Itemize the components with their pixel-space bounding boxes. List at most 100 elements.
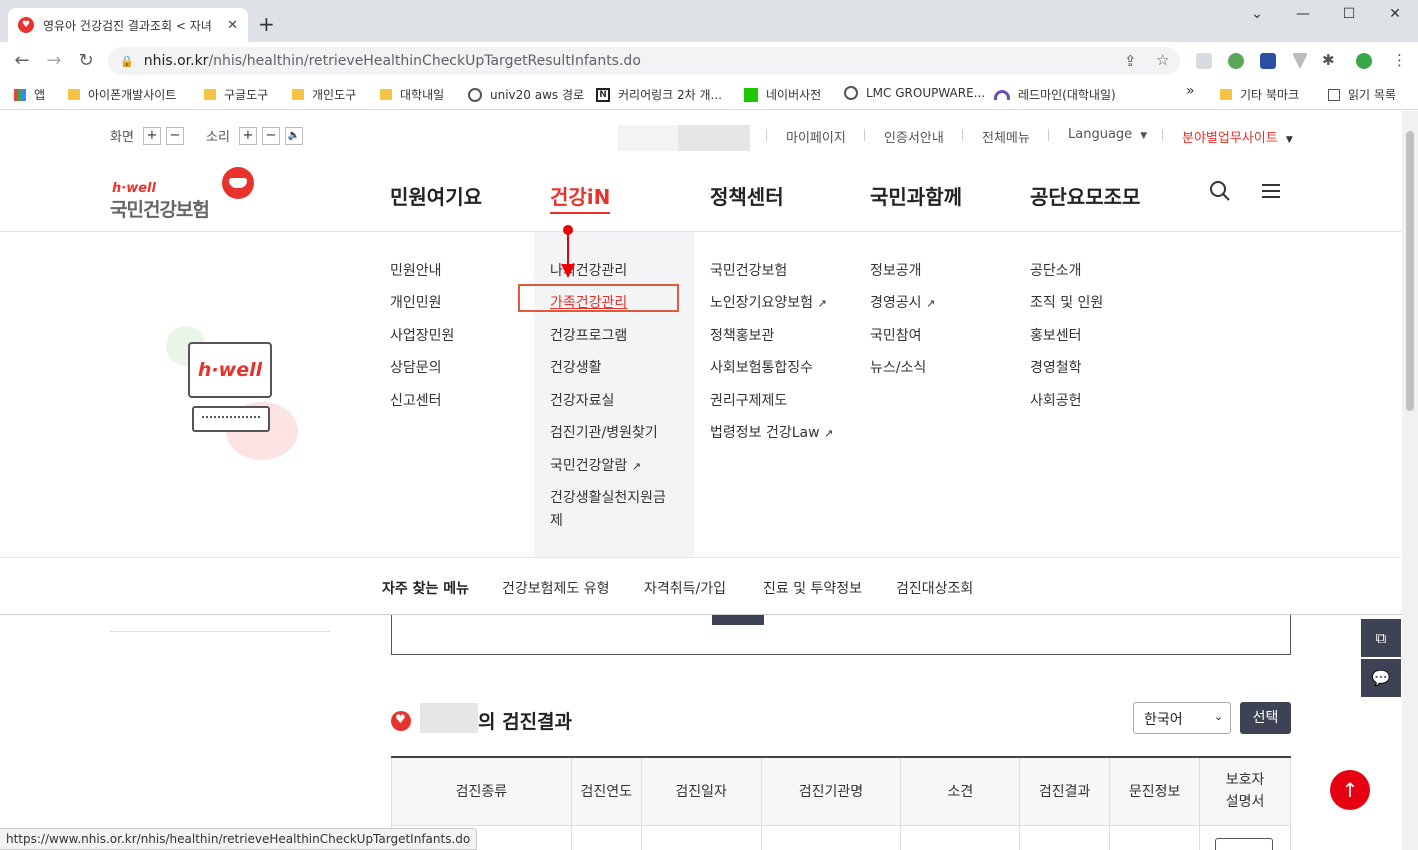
menu-pr-center[interactable]: 홍보센터 [1030,325,1082,345]
volume-down-button[interactable]: − [261,126,280,145]
apps-grid-icon [14,88,26,101]
logo-mask-icon [222,167,254,199]
share-icon[interactable]: ⇪ [1124,52,1137,70]
menu-personal-civil[interactable]: 개인민원 [390,292,442,312]
bookmark-star-icon[interactable]: ☆ [1156,51,1169,69]
close-tab-icon[interactable]: ✕ [227,18,238,33]
menu-family-health[interactable]: 가족건강관리 [550,292,627,312]
extension-blue-icon[interactable] [1260,53,1276,69]
menu-health-alarm[interactable]: 국민건강알람 ↗ [550,455,641,475]
divider [1162,129,1163,141]
menu-business-civil[interactable]: 사업장민원 [390,325,454,345]
reading-list[interactable]: 읽기 목록 [1328,86,1396,103]
gnb-about[interactable]: 공단요모조모 [1030,181,1140,210]
certificate-guide-link[interactable]: 인증서안내 [884,127,944,146]
nhis-logo[interactable]: h·well 국민건강보험 [110,165,260,221]
gnb-with-citizens[interactable]: 국민과함께 [870,181,962,210]
lock-icon: 🔒 [120,54,134,68]
menu-rights-relief[interactable]: 권리구제제도 [710,390,787,410]
gnb-health-in[interactable]: 건강iN [550,181,611,214]
gnb-policy-center[interactable]: 정책센터 [710,181,784,210]
extension-icon[interactable] [1196,53,1212,69]
page-scrollbar[interactable] [1402,111,1418,850]
menu-civil-guide[interactable]: 민원안내 [390,260,442,280]
scroll-top-arrow-icon[interactable]: ↑ [1330,770,1370,810]
print-icon[interactable]: ⧉ [1361,619,1401,657]
speaker-icon[interactable]: 🔈 [284,126,303,145]
table-cell [570,824,642,850]
maximize-icon[interactable]: ☐ [1334,6,1364,22]
bookmark-folder[interactable]: 개인도구 [292,86,356,103]
menu-national-insurance[interactable]: 국민건강보험 [710,260,787,280]
scrollbar-thumb[interactable] [1406,131,1414,411]
extension-v-icon[interactable] [1292,53,1308,69]
view-guide-button[interactable] [1215,837,1274,850]
menu-news[interactable]: 뉴스/소식 [870,357,926,377]
menu-health-law[interactable]: 법령정보 건강Law ↗ [710,422,833,442]
bookmark-link[interactable]: N 커리어링크 2차 개... [596,86,722,103]
reload-icon[interactable]: ↻ [74,50,98,71]
browser-menu-icon[interactable]: ⋮ [1392,51,1407,69]
menu-management-disclosure[interactable]: 경영공시 ↗ [870,292,935,312]
all-menu-link[interactable]: 전체메뉴 [982,127,1030,146]
bookmark-folder-other[interactable]: 기타 북마크 [1220,86,1299,103]
bookmark-link[interactable]: 레드마인(대학내일) [994,86,1116,103]
new-tab-icon[interactable]: + [258,12,275,36]
menu-health-incentive[interactable]: 건강생활실천지원금제 [550,487,676,533]
menu-social-contribution[interactable]: 사회공헌 [1030,390,1082,410]
extensions-puzzle-icon[interactable]: ✱ [1322,51,1335,69]
menu-long-term-care[interactable]: 노인장기요양보험 ↗ [710,292,827,312]
forward-icon[interactable]: → [42,50,66,71]
menu-report-center[interactable]: 신고센터 [390,390,442,410]
language-dropdown[interactable]: Language ▼ [1068,127,1147,142]
chat-icon[interactable]: 💬 [1361,659,1401,697]
menu-organization[interactable]: 조직 및 인원 [1030,292,1103,312]
more-bookmarks-icon[interactable]: » [1186,83,1195,99]
bookmark-link[interactable]: univ20 aws 경로 [468,86,584,103]
logo-hwell-text: h·well [112,181,156,196]
volume-up-button[interactable]: + [238,126,257,145]
profile-clover-icon[interactable] [1356,53,1372,69]
menu-citizen-participation[interactable]: 국민참여 [870,325,922,345]
menu-management-philosophy[interactable]: 경영철학 [1030,357,1082,377]
mypage-link[interactable]: 마이페이지 [786,127,846,146]
menu-health-materials[interactable]: 건강자료실 [550,390,614,410]
menu-policy-pr[interactable]: 정책홍보관 [710,325,774,345]
minimize-icon[interactable]: — [1288,6,1318,22]
zoom-in-button[interactable]: + [142,126,161,145]
extension-js-icon[interactable] [1228,53,1244,69]
quick-qualification[interactable]: 자격취득/가입 [644,578,726,598]
language-select[interactable]: 한국어 ⌄ [1133,702,1231,734]
select-button[interactable]: 선택 [1240,702,1291,734]
menu-find-hospital[interactable]: 검진기관/병원찾기 [550,422,658,442]
bookmark-folder[interactable]: 구글도구 [204,86,268,103]
bookmark-link[interactable]: 네이버사전 [744,86,821,103]
menu-health-program[interactable]: 건강프로그램 [550,325,627,345]
hamburger-menu-icon[interactable] [1260,181,1282,205]
zoom-out-button[interactable]: − [165,126,184,145]
quick-treatment-info[interactable]: 진료 및 투약정보 [763,578,862,598]
browser-tab[interactable]: ♥ 영유아 건강검진 결과조회 < 자녀 ✕ [8,8,248,42]
url-path: /nhis/healthin/retrieveHealthinCheckUpTa… [208,53,641,69]
menu-healthy-living[interactable]: 건강생활 [550,357,602,377]
search-button-partial[interactable] [712,615,764,625]
gnb-civil-service[interactable]: 민원여기요 [390,181,482,210]
quick-checkup-target[interactable]: 검진대상조회 [896,578,973,598]
bookmark-folder[interactable]: 아이폰개발사이트 [68,86,176,103]
bookmark-link[interactable]: LMC GROUPWARE... [844,86,985,100]
back-icon[interactable]: ← [10,50,34,71]
search-icon[interactable] [1208,179,1232,207]
menu-integrated-collection[interactable]: 사회보험통합징수 [710,357,813,377]
menu-consultation[interactable]: 상담문의 [390,357,442,377]
checkup-results-table: 검진종류 검진연도 검진일자 검진기관명 소견 검진결과 문진정보 보호자 설명… [391,756,1291,850]
tab-search-icon[interactable]: ⌄ [1242,6,1272,22]
site-select-dropdown[interactable]: 분야별업무사이트 ▼ [1182,127,1293,146]
bookmark-label: 레드마인(대학내일) [1018,88,1116,102]
quick-insurance-types[interactable]: 건강보험제도 유형 [502,578,610,598]
address-bar[interactable]: 🔒 nhis.or.kr /nhis/healthin/retrieveHeal… [108,47,1180,75]
window-close-icon[interactable]: ✕ [1380,6,1410,22]
bookmark-folder[interactable]: 대학내일 [380,86,444,103]
menu-info-disclosure[interactable]: 정보공개 [870,260,922,280]
bookmark-apps[interactable]: 앱 [14,86,45,103]
menu-about-nhis[interactable]: 공단소개 [1030,260,1082,280]
